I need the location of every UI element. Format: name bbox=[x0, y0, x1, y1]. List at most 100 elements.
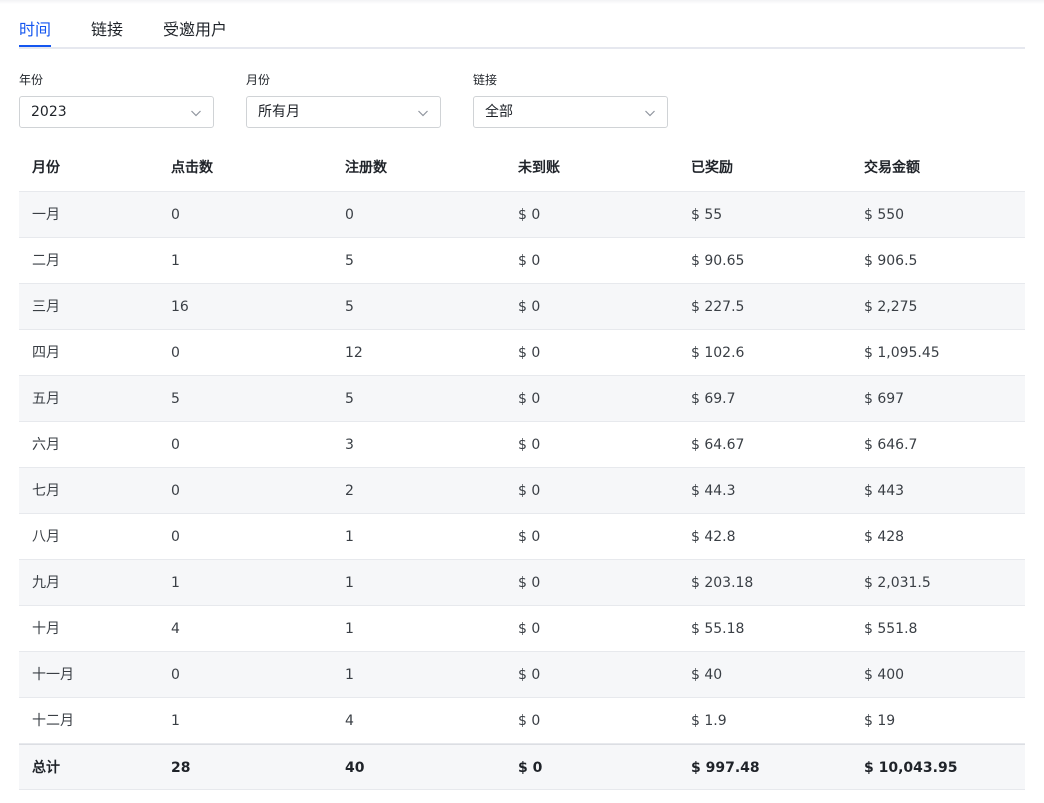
cell-trade-amount: $ 551.8 bbox=[864, 621, 918, 637]
month-filter-label: 月份 bbox=[246, 73, 271, 87]
table-header-row: 月份 点击数 注册数 未到账 已奖励 交易金额 bbox=[19, 144, 1025, 192]
link-filter-label: 链接 bbox=[473, 73, 498, 87]
column-header-rewarded[interactable]: 已奖励 bbox=[691, 144, 733, 192]
table-row: 七月 0 2 $ 0 $ 44.3 $ 443 bbox=[19, 468, 1025, 514]
cell-clicks: 5 bbox=[171, 391, 180, 407]
column-header-pending[interactable]: 未到账 bbox=[518, 144, 560, 192]
cell-pending: $ 0 bbox=[518, 667, 541, 683]
cell-rewarded: $ 1.9 bbox=[691, 713, 727, 729]
cell-clicks: 1 bbox=[171, 253, 180, 269]
total-trade-amount: $ 10,043.95 bbox=[864, 760, 958, 776]
cell-clicks: 0 bbox=[171, 667, 180, 683]
cell-trade-amount: $ 906.5 bbox=[864, 253, 918, 269]
cell-month: 六月 bbox=[32, 437, 60, 453]
cell-trade-amount: $ 400 bbox=[864, 667, 905, 683]
stats-table: 月份 点击数 注册数 未到账 已奖励 交易金额 一月 0 0 $ 0 $ 55 $ 550… bbox=[19, 144, 1025, 790]
cell-pending: $ 0 bbox=[518, 207, 541, 223]
table-row: 十一月 0 1 $ 0 $ 40 $ 400 bbox=[19, 652, 1025, 698]
table-row: 十二月 1 4 $ 0 $ 1.9 $ 19 bbox=[19, 698, 1025, 744]
cell-month: 八月 bbox=[32, 529, 60, 545]
column-header-signups[interactable]: 注册数 bbox=[345, 144, 387, 192]
cell-pending: $ 0 bbox=[518, 529, 541, 545]
cell-signups: 5 bbox=[345, 391, 354, 407]
cell-month: 七月 bbox=[32, 483, 60, 499]
cell-trade-amount: $ 19 bbox=[864, 713, 896, 729]
total-clicks: 28 bbox=[171, 760, 191, 776]
cell-month: 三月 bbox=[32, 299, 60, 315]
table-row: 九月 1 1 $ 0 $ 203.18 $ 2,031.5 bbox=[19, 560, 1025, 606]
cell-signups: 12 bbox=[345, 345, 363, 361]
cell-signups: 0 bbox=[345, 207, 354, 223]
cell-clicks: 1 bbox=[171, 713, 180, 729]
cell-signups: 2 bbox=[345, 483, 354, 499]
cell-clicks: 0 bbox=[171, 345, 180, 361]
cell-pending: $ 0 bbox=[518, 713, 541, 729]
cell-rewarded: $ 90.65 bbox=[691, 253, 745, 269]
cell-pending: $ 0 bbox=[518, 253, 541, 269]
cell-clicks: 1 bbox=[171, 575, 180, 591]
link-select-value: 全部 bbox=[485, 104, 513, 120]
cell-pending: $ 0 bbox=[518, 575, 541, 591]
month-select[interactable]: 所有月 bbox=[246, 96, 441, 128]
tab-time[interactable]: 时间 bbox=[19, 20, 51, 40]
cell-trade-amount: $ 697 bbox=[864, 391, 905, 407]
year-filter-label: 年份 bbox=[19, 73, 44, 87]
cell-pending: $ 0 bbox=[518, 391, 541, 407]
tab-invited-users[interactable]: 受邀用户 bbox=[163, 20, 227, 40]
cell-signups: 1 bbox=[345, 667, 354, 683]
cell-month: 九月 bbox=[32, 575, 60, 591]
cell-month: 四月 bbox=[32, 345, 60, 361]
column-header-clicks[interactable]: 点击数 bbox=[171, 144, 213, 192]
link-select[interactable]: 全部 bbox=[473, 96, 668, 128]
cell-clicks: 16 bbox=[171, 299, 189, 315]
tab-active-indicator bbox=[19, 45, 51, 47]
chevron-down-icon bbox=[418, 110, 428, 117]
table-row: 二月 1 5 $ 0 $ 90.65 $ 906.5 bbox=[19, 238, 1025, 284]
tab-bar: 时间 链接 受邀用户 bbox=[19, 0, 1025, 49]
cell-clicks: 4 bbox=[171, 621, 180, 637]
total-signups: 40 bbox=[345, 760, 365, 776]
cell-trade-amount: $ 443 bbox=[864, 483, 905, 499]
cell-signups: 5 bbox=[345, 299, 354, 315]
cell-signups: 4 bbox=[345, 713, 354, 729]
cell-rewarded: $ 44.3 bbox=[691, 483, 736, 499]
cell-clicks: 0 bbox=[171, 437, 180, 453]
total-pending: $ 0 bbox=[518, 760, 543, 776]
cell-pending: $ 0 bbox=[518, 299, 541, 315]
cell-trade-amount: $ 2,031.5 bbox=[864, 575, 931, 591]
total-label: 总计 bbox=[32, 760, 60, 776]
cell-clicks: 0 bbox=[171, 529, 180, 545]
cell-signups: 3 bbox=[345, 437, 354, 453]
cell-signups: 1 bbox=[345, 621, 354, 637]
chevron-down-icon bbox=[191, 110, 201, 117]
total-rewarded: $ 997.48 bbox=[691, 760, 760, 776]
cell-month: 十二月 bbox=[32, 713, 74, 729]
month-select-value: 所有月 bbox=[258, 104, 300, 120]
table-row: 六月 0 3 $ 0 $ 64.67 $ 646.7 bbox=[19, 422, 1025, 468]
column-header-trade-amount[interactable]: 交易金额 bbox=[864, 144, 920, 192]
cell-month: 五月 bbox=[32, 391, 60, 407]
year-select-value: 2023 bbox=[31, 104, 67, 120]
tab-links[interactable]: 链接 bbox=[91, 20, 123, 40]
cell-rewarded: $ 102.6 bbox=[691, 345, 745, 361]
cell-clicks: 0 bbox=[171, 207, 180, 223]
table-row: 十月 4 1 $ 0 $ 55.18 $ 551.8 bbox=[19, 606, 1025, 652]
cell-signups: 1 bbox=[345, 529, 354, 545]
cell-trade-amount: $ 2,275 bbox=[864, 299, 918, 315]
cell-rewarded: $ 55.18 bbox=[691, 621, 745, 637]
cell-pending: $ 0 bbox=[518, 345, 541, 361]
column-header-month[interactable]: 月份 bbox=[32, 144, 60, 192]
cell-rewarded: $ 227.5 bbox=[691, 299, 745, 315]
year-select[interactable]: 2023 bbox=[19, 96, 214, 128]
table-row: 四月 0 12 $ 0 $ 102.6 $ 1,095.45 bbox=[19, 330, 1025, 376]
table-row: 五月 5 5 $ 0 $ 69.7 $ 697 bbox=[19, 376, 1025, 422]
cell-month: 一月 bbox=[32, 207, 60, 223]
cell-rewarded: $ 69.7 bbox=[691, 391, 736, 407]
chevron-down-icon bbox=[645, 110, 655, 117]
cell-rewarded: $ 55 bbox=[691, 207, 723, 223]
table-row: 一月 0 0 $ 0 $ 55 $ 550 bbox=[19, 192, 1025, 238]
cell-rewarded: $ 203.18 bbox=[691, 575, 754, 591]
cell-trade-amount: $ 646.7 bbox=[864, 437, 918, 453]
cell-month: 十一月 bbox=[32, 667, 74, 683]
cell-signups: 1 bbox=[345, 575, 354, 591]
